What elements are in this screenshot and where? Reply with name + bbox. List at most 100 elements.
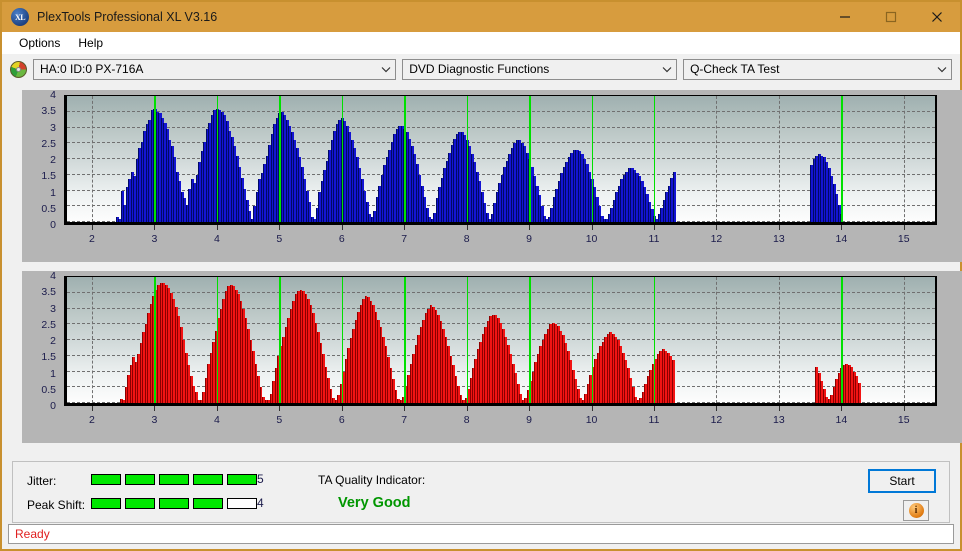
application-window: XL PlexTools Professional XL V3.16 Optio…	[0, 0, 962, 551]
x-axis-tick-label: 7	[401, 414, 408, 426]
x-axis-tick	[778, 406, 780, 411]
marker-line	[216, 96, 219, 222]
y-axis-tick-label: 1.5	[41, 170, 56, 183]
meter-segment	[227, 498, 257, 509]
chevron-down-icon	[933, 66, 951, 73]
close-button[interactable]	[914, 2, 960, 32]
x-axis-tick	[903, 406, 905, 411]
meter-segment	[193, 474, 223, 485]
status-text: Ready	[15, 527, 50, 541]
ta-quality-value: Very Good	[338, 495, 411, 511]
chart-bar	[671, 360, 675, 403]
meter-segment	[125, 498, 155, 509]
maximize-button[interactable]	[868, 2, 914, 32]
y-axis-tick-label: 2	[50, 335, 56, 347]
gridline-vertical	[91, 96, 93, 222]
x-axis-tick	[903, 225, 905, 230]
x-axis-tick	[341, 406, 343, 411]
x-axis-tick-label: 11	[648, 233, 660, 245]
test-select-value: Q-Check TA Test	[690, 62, 780, 76]
x-axis-tick-label: 5	[276, 414, 283, 426]
x-axis-tick	[91, 225, 93, 230]
menu-item-help[interactable]: Help	[69, 34, 112, 52]
gridline-vertical	[716, 277, 718, 403]
function-select[interactable]: DVD Diagnostic Functions	[402, 58, 678, 80]
x-axis-tick-label: 14	[835, 233, 848, 245]
drive-select[interactable]: HA:0 ID:0 PX-716A	[33, 58, 397, 80]
test-select[interactable]: Q-Check TA Test	[683, 58, 952, 80]
ta-quality-label: TA Quality Indicator:	[318, 473, 426, 487]
start-button[interactable]: Start	[868, 469, 936, 493]
menu-item-options[interactable]: Options	[10, 34, 69, 52]
x-axis-tick-label: 8	[463, 233, 470, 245]
x-axis-tick-label: 9	[526, 414, 533, 426]
minimize-button[interactable]	[822, 2, 868, 32]
app-icon-label: XL	[14, 12, 26, 22]
x-axis-tick	[91, 406, 93, 411]
jitter-meter	[91, 474, 257, 485]
meter-segment	[91, 474, 121, 485]
jitter-chart: 0 0.5 1 1.5 2 2.5 3 3.5 4 2 3 4 5 6 7 8 9 10 11 12 13 14 15	[22, 89, 962, 262]
window-title: PlexTools Professional XL V3.16	[37, 10, 218, 24]
plot-area	[64, 95, 937, 225]
y-axis-tick-label: 0	[50, 400, 56, 412]
gridline-horizontal	[67, 158, 935, 159]
y-axis-tick-label: 3	[50, 121, 56, 134]
x-axis-tick-label: 13	[773, 414, 785, 426]
y-axis-tick-label: 1	[50, 186, 56, 199]
gridline-vertical	[903, 96, 905, 222]
x-axis-tick-label: 10	[585, 233, 598, 245]
peak-shift-value: 4	[257, 496, 264, 510]
y-axis-tick-label: 0.5	[41, 202, 56, 215]
selector-toolbar: HA:0 ID:0 PX-716A DVD Diagnostic Functio…	[2, 54, 960, 84]
x-axis-tick-label: 14	[835, 414, 848, 426]
x-axis-tick	[216, 225, 218, 230]
x-axis-tick-label: 15	[897, 233, 910, 245]
x-axis-tick-label: 5	[276, 233, 283, 245]
x-axis-tick-label: 7	[401, 233, 408, 245]
info-icon-label: i	[914, 505, 918, 516]
gridline-horizontal	[67, 307, 935, 309]
x-axis-tick-label: 2	[89, 233, 95, 245]
y-axis-tick-label: 1.5	[41, 351, 56, 364]
y-axis-tick-label: 3.5	[41, 286, 56, 299]
meter-segment	[193, 498, 223, 509]
x-axis-tick	[404, 406, 406, 411]
gridline-vertical	[91, 277, 93, 403]
marker-line	[841, 96, 843, 222]
meter-segment	[91, 498, 121, 509]
y-axis-tick-label: 3.5	[41, 105, 56, 118]
y-axis-tick-label: 3	[50, 302, 56, 315]
info-icon: i	[908, 503, 924, 518]
start-button-label: Start	[889, 474, 915, 488]
x-axis-tick-label: 11	[648, 414, 660, 426]
marker-line	[279, 277, 281, 403]
marker-line	[591, 277, 594, 403]
gridline-horizontal	[67, 95, 935, 96]
y-axis-tick-label: 0.5	[41, 383, 56, 396]
x-axis-tick	[216, 406, 218, 411]
jitter-label: Jitter:	[27, 474, 57, 488]
marker-line	[404, 96, 406, 222]
x-axis-tick	[154, 225, 156, 230]
x-axis-tick	[841, 225, 843, 230]
x-axis-tick	[716, 406, 718, 411]
y-axis-tick-label: 4	[50, 270, 56, 282]
x-axis-tick	[341, 225, 343, 230]
chevron-down-icon	[658, 66, 676, 73]
window-controls	[822, 2, 960, 32]
results-panel: Jitter: 5 Peak Shift: 4 TA Quality Indic…	[12, 461, 950, 523]
marker-line	[466, 96, 469, 222]
gridline-vertical	[778, 96, 780, 222]
marker-line	[529, 277, 531, 403]
x-axis-tick-label: 9	[526, 233, 533, 245]
gridline-vertical	[716, 96, 718, 222]
peak-shift-label: Peak Shift:	[27, 498, 86, 512]
gridline-horizontal	[67, 291, 935, 293]
x-axis-tick-label: 8	[463, 414, 470, 426]
x-axis-tick	[841, 406, 843, 411]
y-axis-tick-label: 2.5	[41, 318, 56, 331]
marker-line	[529, 96, 531, 222]
info-button[interactable]: i	[903, 500, 929, 521]
x-axis-tick	[778, 225, 780, 230]
